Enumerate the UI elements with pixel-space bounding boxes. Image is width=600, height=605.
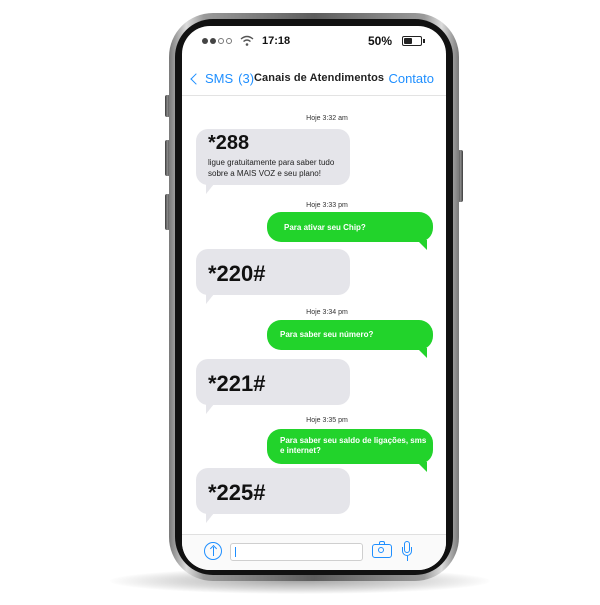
battery-icon — [402, 36, 425, 46]
outgoing-message-bubble: Para saber seu número? — [267, 320, 433, 358]
phone-screen: 17:18 50% SMS (3) Canais de Atendimentos… — [182, 26, 446, 570]
bubble-tail — [206, 294, 214, 304]
nav-divider — [182, 95, 446, 96]
contact-button[interactable]: Contato — [388, 71, 434, 86]
bubble-tail — [417, 240, 427, 250]
message-text-line: sobre a MAIS VOZ e seu plano! — [208, 169, 321, 178]
service-code: *288 — [208, 132, 250, 154]
message-timestamp: Hoje 3:35 pm — [306, 417, 348, 424]
message-timestamp: Hoje 3:32 am — [306, 115, 348, 122]
bubble-tail — [417, 348, 427, 358]
message-text-line: Para saber seu saldo de ligações, sms — [280, 436, 427, 445]
chevron-left-icon — [190, 72, 202, 85]
wifi-icon — [240, 35, 254, 46]
camera-icon[interactable] — [372, 541, 392, 558]
message-timestamp: Hoje 3:34 pm — [306, 309, 348, 316]
message-input[interactable] — [230, 543, 363, 561]
bubble-tail — [206, 513, 214, 523]
battery-percent: 50% — [368, 34, 393, 48]
service-code: *220# — [208, 261, 266, 286]
conversation-title: Canais de Atendimentos — [254, 72, 385, 84]
outgoing-message-bubble: Para saber seu saldo de ligações, sms e … — [267, 429, 433, 472]
back-button[interactable]: SMS (3) — [190, 71, 255, 86]
service-code: *225# — [208, 480, 266, 505]
arrow-up-circle-icon[interactable] — [204, 542, 222, 560]
message-text: Para ativar seu Chip? — [284, 223, 366, 232]
message-text-line: ligue gratuitamente para saber tudo — [208, 158, 335, 167]
service-code: *221# — [208, 371, 266, 396]
status-bar: 17:18 50% — [182, 34, 446, 50]
text-caret — [235, 547, 236, 557]
message-timestamp: Hoje 3:33 pm — [306, 202, 348, 209]
incoming-message-bubble: *288 ligue gratuitamente para saber tudo… — [196, 129, 350, 194]
incoming-message-bubble: *221# — [196, 359, 350, 414]
signal-strength-icon — [202, 38, 232, 44]
bubble-tail — [206, 404, 214, 414]
bubble-tail — [206, 184, 214, 194]
back-label: SMS — [205, 71, 234, 86]
message-text: ligue gratuitamente para saber tudo sobr… — [208, 157, 338, 179]
bubble-tail — [417, 462, 427, 472]
status-time: 17:18 — [262, 35, 291, 47]
message-text-line: e internet? — [280, 446, 321, 455]
message-text: Para saber seu número? — [280, 330, 374, 339]
incoming-message-bubble: *225# — [196, 468, 350, 523]
navigation-bar: SMS (3) Canais de Atendimentos Contato — [182, 66, 446, 94]
outgoing-message-bubble: Para ativar seu Chip? — [267, 212, 433, 250]
incoming-message-bubble: *220# — [196, 249, 350, 304]
message-composer — [182, 534, 446, 570]
microphone-icon[interactable] — [402, 541, 412, 563]
unread-count: (3) — [238, 71, 255, 86]
